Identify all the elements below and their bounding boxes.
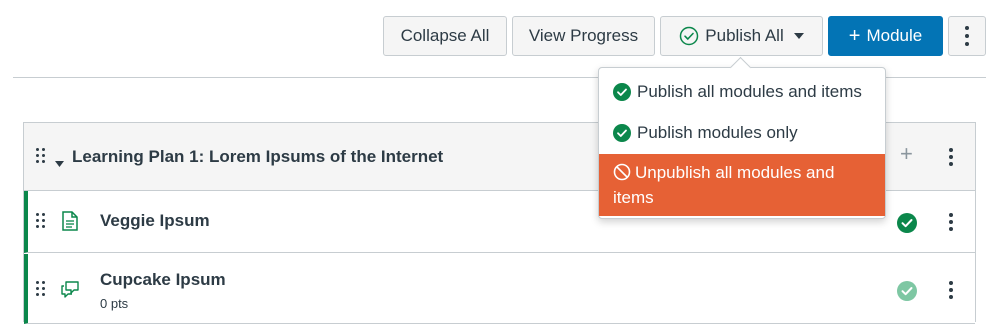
drag-handle-icon[interactable] <box>36 213 46 231</box>
collapse-caret-icon[interactable] <box>55 154 64 172</box>
module-menu-icon[interactable] <box>948 148 954 168</box>
check-circle-icon <box>613 124 631 142</box>
caret-down-icon <box>793 33 804 39</box>
module-item-row[interactable]: Cupcake Ipsum 0 pts <box>24 254 975 324</box>
published-check-icon[interactable] <box>897 213 917 233</box>
item-menu-icon[interactable] <box>948 213 954 233</box>
menu-item-label: Unpublish all modules and items <box>613 163 835 207</box>
view-progress-button[interactable]: View Progress <box>512 16 655 56</box>
publish-all-button[interactable]: Publish All <box>660 16 823 56</box>
kebab-icon <box>964 26 970 46</box>
drag-handle-icon[interactable] <box>36 148 46 166</box>
published-check-icon[interactable] <box>897 281 917 301</box>
module-title: Learning Plan 1: Lorem Ipsums of the Int… <box>72 147 444 166</box>
plus-icon: + <box>848 25 861 47</box>
item-menu-icon[interactable] <box>948 281 954 301</box>
menu-item-label: Publish modules only <box>637 123 798 142</box>
drag-handle-icon[interactable] <box>36 281 46 299</box>
item-title[interactable]: Veggie Ipsum <box>100 211 210 231</box>
check-circle-outline-icon <box>679 26 699 46</box>
no-entry-icon <box>613 163 631 187</box>
add-item-icon[interactable]: + <box>900 143 913 165</box>
publish-menu: Publish all modules and items Publish mo… <box>598 67 886 219</box>
collapse-all-button[interactable]: Collapse All <box>383 16 507 56</box>
menu-item-label: Publish all modules and items <box>637 82 862 101</box>
menu-item-publish-modules-only[interactable]: Publish modules only <box>599 113 885 153</box>
collapse-all-label: Collapse All <box>400 26 490 45</box>
discussion-icon <box>60 280 80 303</box>
add-module-label: Module <box>866 26 923 45</box>
document-icon <box>62 211 78 236</box>
more-options-button[interactable] <box>948 16 986 56</box>
item-points: 0 pts <box>100 296 129 311</box>
menu-item-unpublish-all-modules-and-items[interactable]: Unpublish all modules and items <box>599 154 885 216</box>
view-progress-label: View Progress <box>528 26 639 45</box>
publish-all-label: Publish All <box>705 26 784 45</box>
check-circle-icon <box>613 83 631 101</box>
add-module-button[interactable]: + Module <box>828 16 943 56</box>
item-title[interactable]: Cupcake Ipsum <box>100 270 226 290</box>
